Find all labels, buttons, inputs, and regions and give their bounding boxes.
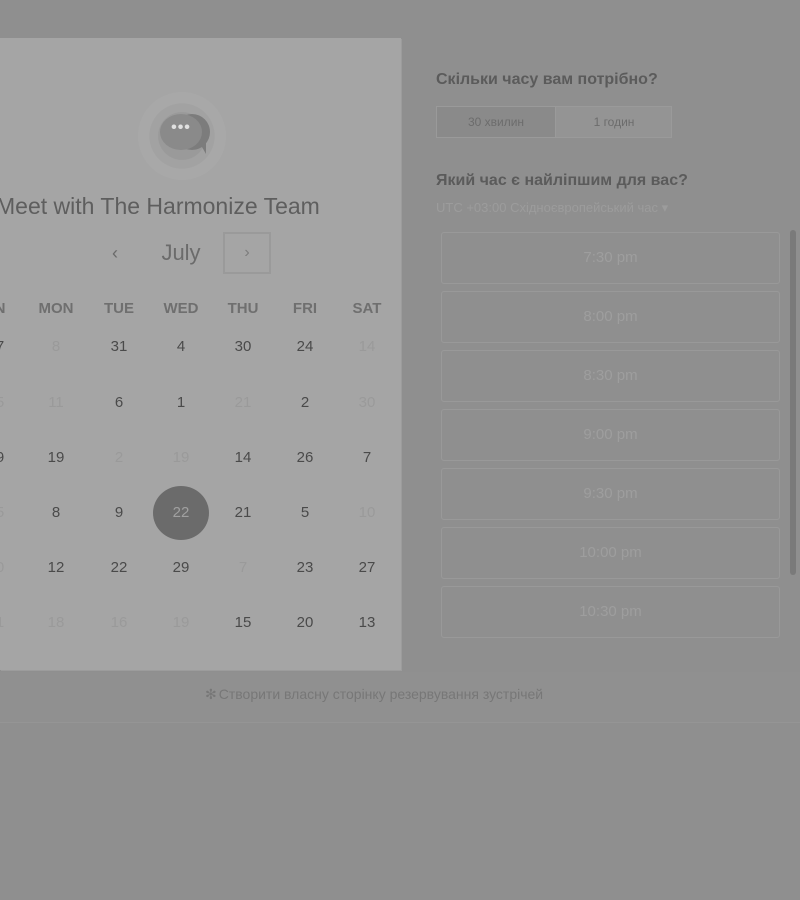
time-slot[interactable]: 7:30 pm — [441, 232, 780, 284]
chat-logo: ••• — [138, 92, 226, 180]
sprocket-icon: ✻ — [205, 686, 217, 702]
footer-link-label: Створити власну сторінку резервування зу… — [218, 686, 544, 702]
calendar-day[interactable]: 26 — [283, 448, 327, 468]
time-question: Який час є найліпшим для вас? — [436, 172, 688, 189]
calendar-day: 5 — [0, 503, 22, 523]
day-of-week-label: MON — [38, 300, 74, 317]
calendar-day: 1 — [0, 613, 22, 633]
calendar-day[interactable]: 20 — [283, 613, 327, 633]
calendar-day[interactable]: 5 — [283, 503, 327, 523]
calendar-day: 14 — [358, 338, 376, 355]
calendar-day[interactable]: 7 — [0, 337, 22, 357]
calendar-day: 30 — [358, 394, 376, 411]
calendar-day[interactable]: 1 — [159, 393, 203, 413]
calendar-day[interactable]: 19 — [34, 448, 78, 468]
calendar-day[interactable]: 6 — [97, 393, 141, 413]
calendar-day: 8 — [51, 338, 61, 355]
time-slot[interactable]: 10:30 pm — [441, 586, 780, 638]
duration-60-button[interactable]: 1 годин — [556, 107, 672, 137]
calendar-day: 2 — [114, 449, 124, 466]
calendar-day: 21 — [234, 394, 252, 411]
calendar-day[interactable]: 13 — [345, 613, 389, 633]
create-booking-page-link[interactable]: ✻ Створити власну сторінку резервування з… — [205, 686, 543, 703]
day-of-week-label: FRI — [292, 300, 318, 317]
slots-scrollbar[interactable] — [790, 230, 796, 575]
time-slot[interactable]: 10:00 pm — [441, 527, 780, 579]
timezone-dropdown[interactable]: UTC +03:00 Східноєвропейський час ▾ — [436, 200, 668, 216]
time-slot[interactable]: 8:00 pm — [441, 291, 780, 343]
duration-question: Скільки часу вам потрібно? — [436, 71, 658, 88]
calendar-day[interactable]: 9 — [0, 448, 22, 468]
calendar-day[interactable]: 7 — [345, 448, 389, 468]
calendar-day[interactable]: 9 — [97, 503, 141, 523]
calendar-day: 10 — [358, 504, 376, 521]
calendar-day: 16 — [110, 614, 128, 631]
calendar-day: 5 — [0, 393, 22, 413]
calendar-day[interactable]: 27 — [345, 558, 389, 578]
calendar-day[interactable]: 2 — [283, 393, 327, 413]
calendar-day[interactable]: 30 — [221, 337, 265, 357]
calendar-day[interactable]: 22 — [97, 558, 141, 578]
calendar-day[interactable]: 14 — [221, 448, 265, 468]
month-label: July — [161, 240, 201, 265]
meeting-title: Meet with The Harmonize Team — [0, 193, 320, 219]
calendar-day: 19 — [172, 614, 190, 631]
calendar-day[interactable]: 4 — [159, 337, 203, 357]
day-of-week-label: THU — [227, 300, 259, 317]
calendar-day[interactable]: 8 — [34, 503, 78, 523]
day-of-week-label: WED — [163, 300, 199, 317]
calendar-day[interactable]: 21 — [221, 503, 265, 523]
calendar-day[interactable]: 24 — [283, 337, 327, 357]
time-slot[interactable]: 9:30 pm — [441, 468, 780, 520]
calendar-day[interactable]: 31 — [97, 337, 141, 357]
calendar-day: 7 — [238, 559, 248, 576]
selected-date[interactable]: 22 — [153, 486, 209, 540]
calendar-day: 11 — [48, 394, 64, 411]
time-slot[interactable]: 9:00 pm — [441, 409, 780, 461]
time-slot[interactable]: 8:30 pm — [441, 350, 780, 402]
duration-30-button[interactable]: 30 хвилин — [437, 107, 556, 137]
duration-selector: 30 хвилин 1 годин — [436, 106, 672, 138]
prev-month-button[interactable]: ‹ — [104, 240, 126, 266]
calendar-day: 0 — [0, 558, 22, 578]
day-of-week-label: SAT — [352, 300, 382, 317]
calendar-day: 18 — [47, 614, 65, 631]
calendar-day[interactable]: 15 — [221, 613, 265, 633]
next-month-button[interactable]: › — [223, 232, 271, 274]
chat-bubble-icon: ••• — [160, 114, 202, 150]
day-of-week-label: TUE — [104, 300, 134, 317]
calendar-day: 19 — [172, 449, 190, 466]
calendar-day[interactable]: 12 — [34, 558, 78, 578]
chat-bubble-tail-icon — [198, 140, 206, 154]
calendar-day[interactable]: 29 — [159, 558, 203, 578]
calendar-day[interactable]: 23 — [283, 558, 327, 578]
